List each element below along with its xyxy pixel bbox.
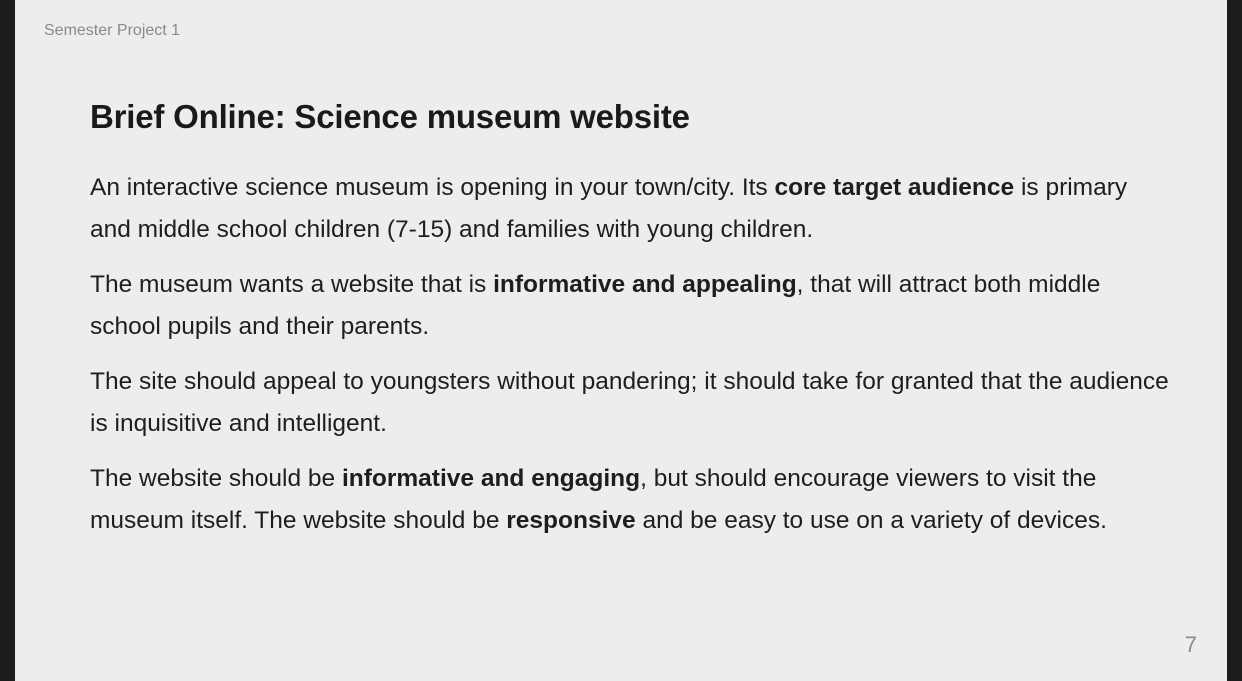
paragraph: The museum wants a website that is infor… [90,264,1170,347]
slide-header-label: Semester Project 1 [44,22,181,39]
paragraph-text: An interactive science museum is opening… [90,174,775,201]
paragraph-emphasis: core target audience [774,174,1015,201]
paragraph-text: The website should be [90,465,342,492]
paragraph-text: The museum wants a website that is [90,271,494,298]
paragraph-emphasis: responsive [506,506,636,534]
paragraph-emphasis: informative and engaging [341,465,641,492]
paragraph: The site should appeal to youngsters wit… [90,361,1170,444]
slide-title: Brief Online: Science museum website [90,98,690,135]
paragraph-text: and be easy to use on a variety of devic… [635,506,1107,534]
paragraph-emphasis: informative and appealing [493,271,797,298]
page-number: 7 [1184,632,1197,657]
paragraph: The website should be informative and en… [90,458,1170,541]
paragraph: An interactive science museum is opening… [90,167,1170,250]
slide: Semester Project 1 Brief Online: Science… [15,0,1227,681]
slide-body: An interactive science museum is opening… [90,167,1170,555]
paragraph-text: The site should appeal to youngsters wit… [90,368,1169,437]
